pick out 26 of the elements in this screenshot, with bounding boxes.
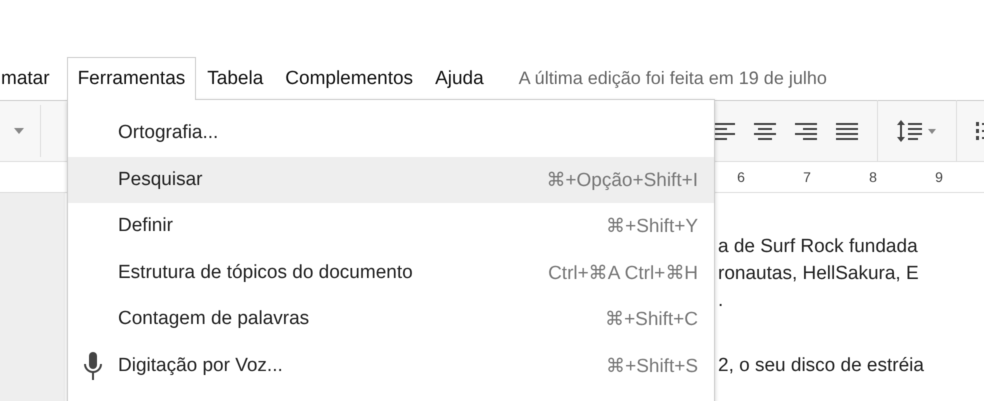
last-edit-text[interactable]: A última edição foi feita em 19 de julho (518, 68, 827, 89)
menu-option[interactable]: Contagem de palavras ⌘+Shift+C (68, 296, 714, 342)
ruler-number: 8 (868, 169, 878, 185)
menu-item[interactable]: Complementos (274, 57, 424, 100)
menu-option[interactable]: Estrutura de tópicos do documento Ctrl+⌘A Ctrl+⌘H (68, 250, 714, 296)
menu-item[interactable]: Tabela (196, 57, 274, 100)
justify-icon[interactable] (836, 122, 858, 140)
ruler-number: 9 (934, 169, 944, 185)
menu-option[interactable]: Pesquisar ⌘+Opção+Shift+I (68, 156, 714, 203)
menu-item[interactable]: Ajuda (424, 57, 495, 100)
caret-icon[interactable] (14, 128, 24, 134)
document-text: 2, o seu disco de estréia (718, 355, 924, 376)
menu-item[interactable]: matar (0, 57, 61, 100)
align-center-icon[interactable] (754, 122, 776, 140)
menu-option[interactable]: Digitação por Voz... ⌘+Shift+S (68, 342, 714, 389)
menu-item[interactable]: Ferramentas (66, 57, 196, 100)
menu-option[interactable]: Definir ⌘+Shift+Y (68, 203, 714, 250)
document-text: a de Surf Rock fundada (718, 236, 918, 257)
document-text: ronautas, HellSakura, E (718, 263, 919, 284)
align-right-icon[interactable] (795, 122, 817, 140)
menu-option[interactable]: Ortografia... (68, 110, 714, 156)
microphone-icon (84, 352, 102, 380)
document-text: . (718, 290, 724, 311)
line-spacing-icon[interactable] (897, 120, 937, 142)
ruler-number: 6 (736, 169, 746, 185)
ruler-number: 7 (802, 169, 812, 185)
